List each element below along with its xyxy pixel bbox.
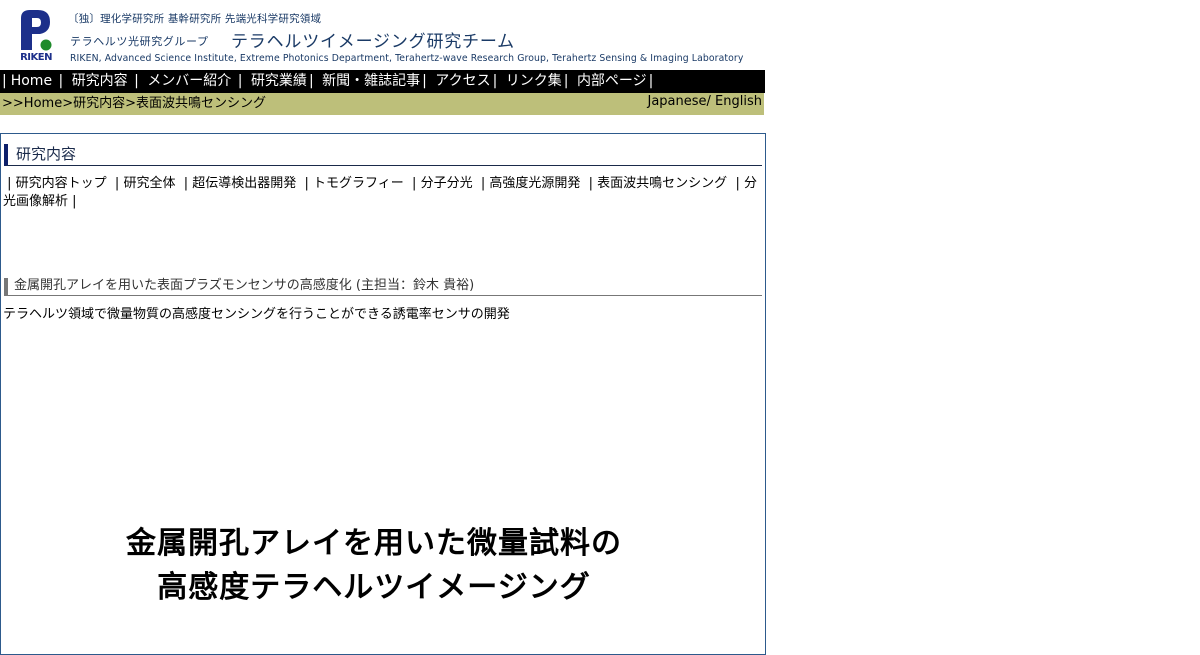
topic-title: 金属開孔アレイを用いた表面プラズモンセンサの高感度化 (主担当：鈴木 貴裕)	[4, 278, 762, 296]
nav-links[interactable]: リンク集	[506, 73, 562, 89]
lang-english[interactable]: English	[715, 94, 762, 109]
language-switch: Japanese/ English	[647, 94, 763, 109]
page: RIKEN 〔独〕理化学研究所 基幹研究所 先端光科学研究領域 テラヘルツ光研究…	[0, 0, 766, 655]
logo-wordmark: RIKEN	[20, 52, 52, 63]
breadcrumb: >>Home>研究内容>表面波共鳴センシング	[2, 96, 267, 111]
breadcrumb-current: 表面波共鳴センシング	[136, 96, 267, 111]
team-name: テラヘルツイメージング研究チーム	[231, 32, 515, 52]
breadcrumb-bar: >>Home>研究内容>表面波共鳴センシング Japanese/ English	[0, 93, 764, 115]
subnav-top[interactable]: 研究内容トップ	[16, 176, 107, 191]
riken-logo[interactable]: RIKEN	[18, 8, 54, 66]
poster-line-2: 高感度テラヘルツイメージング	[157, 570, 591, 605]
nav-access[interactable]: アクセス	[435, 73, 490, 89]
breadcrumb-home[interactable]: Home	[24, 96, 62, 111]
topic-description: テラヘルツ領域で微量物質の高感度センシングを行うことができる誘電率センサの開発	[3, 307, 510, 322]
subnav-superconducting-detector[interactable]: 超伝導検出器開発	[192, 176, 296, 191]
subnav-tomography[interactable]: トモグラフィー	[313, 176, 404, 191]
nav-internal[interactable]: 内部ページ	[577, 73, 647, 89]
subnav-surface-wave-sensing[interactable]: 表面波共鳴センシング	[597, 176, 727, 191]
site-header: RIKEN 〔独〕理化学研究所 基幹研究所 先端光科学研究領域 テラヘルツ光研究…	[0, 0, 765, 70]
institute-line: 〔独〕理化学研究所 基幹研究所 先端光科学研究領域	[68, 13, 322, 25]
nav-research[interactable]: 研究内容	[72, 73, 128, 89]
poster-line-1: 金属開孔アレイを用いた微量試料の	[126, 526, 622, 561]
section-title: 研究内容	[4, 144, 762, 166]
nav-publications[interactable]: 研究業績	[251, 73, 307, 89]
subnav-high-power-source[interactable]: 高強度光源開発	[489, 176, 580, 191]
nav-home[interactable]: Home	[11, 73, 52, 89]
lang-japanese[interactable]: Japanese	[648, 94, 707, 109]
poster-image: 金属開孔アレイを用いた微量試料の 高感度テラヘルツイメージング	[1, 522, 747, 610]
nav-press[interactable]: 新聞・雑誌記事	[322, 73, 420, 89]
group-name: テラヘルツ光研究グループ	[70, 35, 209, 48]
main-nav: | Home | 研究内容 | メンバー紹介 | 研究業績 | 新聞・雑誌記事 | ア…	[0, 70, 765, 93]
english-affiliation: RIKEN, Advanced Science Institute, Extre…	[70, 53, 744, 64]
subnav-overall[interactable]: 研究全体	[123, 176, 175, 191]
subnav-molecular-spectroscopy[interactable]: 分子分光	[421, 176, 473, 191]
breadcrumb-research[interactable]: 研究内容	[73, 96, 125, 111]
content-frame: 研究内容 | 研究内容トップ | 研究全体 | 超伝導検出器開発 | トモグラフ…	[0, 133, 766, 655]
riken-logo-icon	[21, 10, 52, 51]
nav-members[interactable]: メンバー紹介	[147, 73, 231, 89]
research-subnav: | 研究内容トップ | 研究全体 | 超伝導検出器開発 | トモグラフィー | …	[3, 176, 757, 209]
